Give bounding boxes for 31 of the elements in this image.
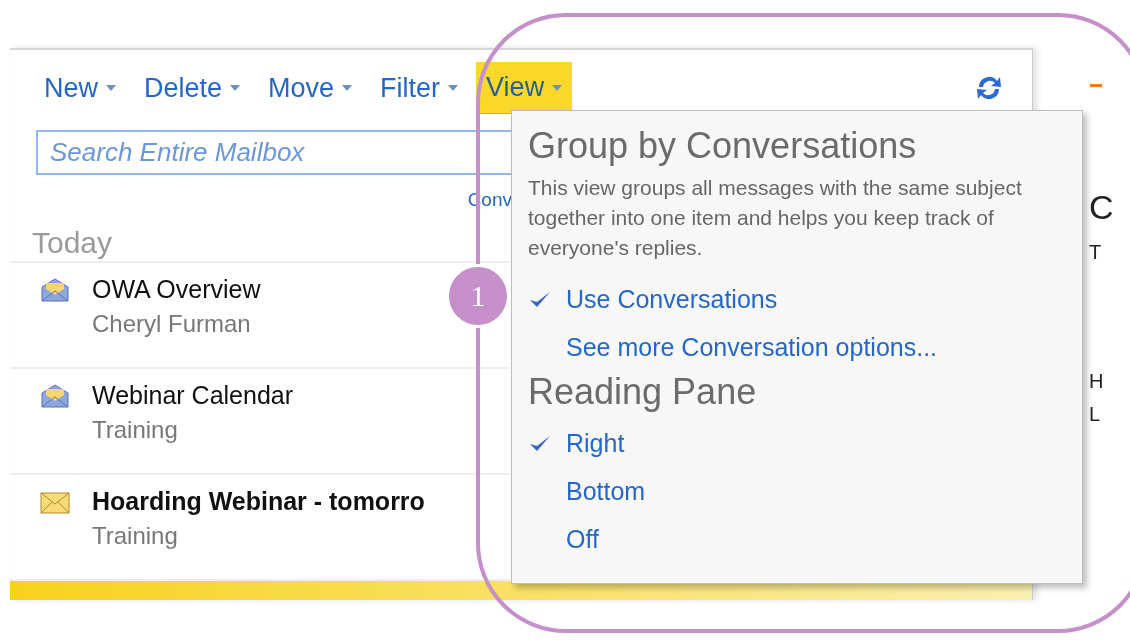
message-sender: Training [92, 415, 179, 444]
menu-option[interactable]: Bottom [566, 476, 646, 506]
dash-mark [1090, 84, 1102, 87]
menu-option[interactable]: See more Conversation options... [566, 332, 938, 362]
open-envelope-icon [40, 276, 70, 303]
reading-pane-text: T [1089, 241, 1103, 264]
toolbar-menu-button[interactable]: View [476, 62, 573, 114]
message-sender: Training [92, 521, 179, 550]
open-envelope-icon [40, 382, 70, 409]
menu-option[interactable]: Right [566, 428, 625, 458]
message-subject: Hoarding Webinar - tomorro [92, 486, 425, 516]
message-sender: Cheryl Furman [92, 309, 252, 338]
caret-icon [448, 85, 459, 91]
caret-icon [106, 85, 116, 91]
toolbar-menu-button[interactable]: Delete [134, 62, 251, 114]
toolbar-menu-button[interactable]: New [34, 62, 126, 114]
message-subject: Webinar Calendar [92, 380, 294, 410]
menu-description: This view groups all messages with the same subject together into one item and helps you keep track of everyone's replies. [528, 175, 1023, 261]
menu-option[interactable]: Off [566, 524, 599, 554]
message-subject: OWA Overview [92, 274, 261, 304]
toolbar-menu-button[interactable]: Move [258, 62, 363, 114]
caret-icon [552, 84, 563, 91]
menu-option[interactable]: Use Conversations [566, 284, 778, 314]
reading-pane-text: H [1089, 370, 1105, 393]
toolbar-menu-button[interactable]: Filter [370, 62, 469, 114]
reading-pane-heading: C [1089, 188, 1114, 227]
menu-section-title: Reading Pane [528, 371, 758, 413]
group-header: Today [32, 225, 113, 261]
caret-icon [342, 85, 353, 91]
reading-pane-text: L [1089, 403, 1102, 426]
caret-icon [230, 85, 241, 91]
